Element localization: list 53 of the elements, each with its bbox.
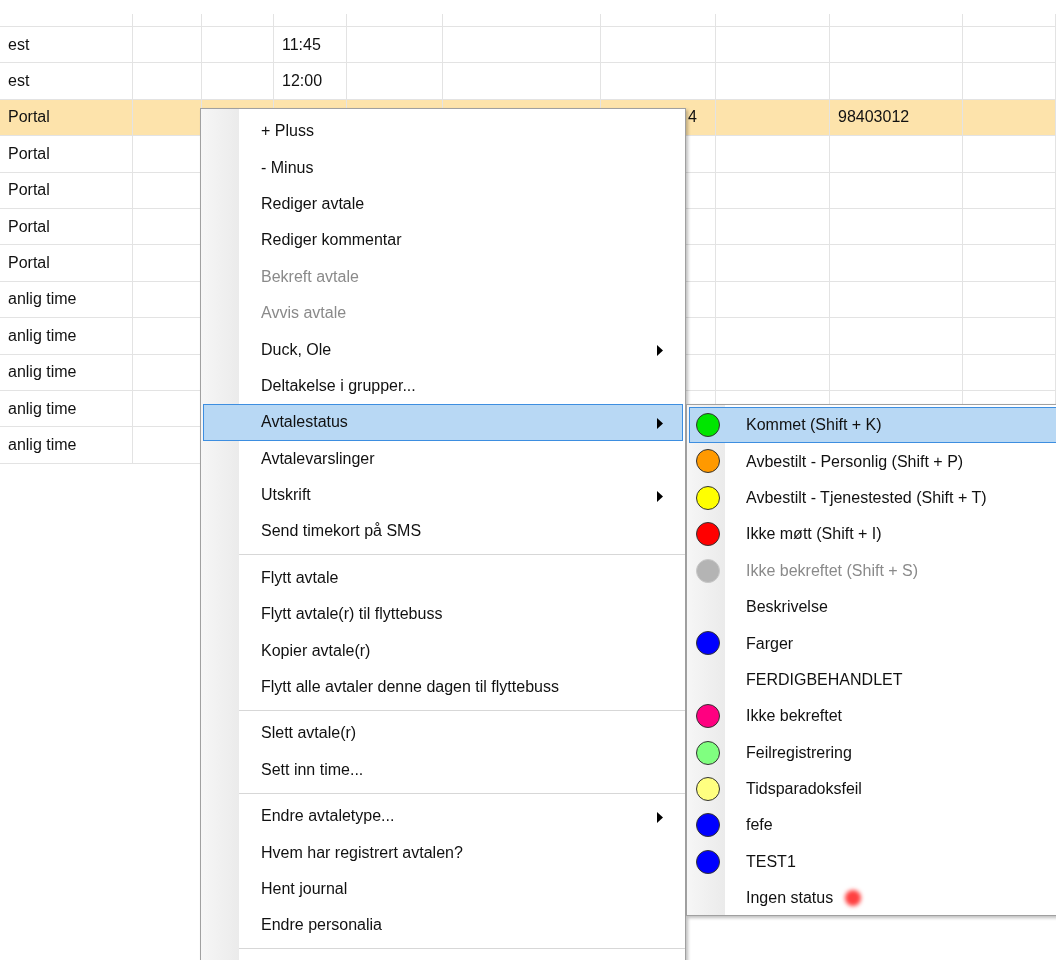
menu-item[interactable]: Endre avtaletype... <box>203 798 683 835</box>
menu-item[interactable]: Ingen status <box>689 880 1056 917</box>
table-cell-text: est <box>8 71 30 92</box>
table-cell-text: anlig time <box>8 325 77 346</box>
table-cell-text: Portal <box>8 107 50 128</box>
menu-item[interactable]: TEST1 <box>689 843 1056 881</box>
menu-item[interactable]: Avtalevarslinger <box>203 440 683 477</box>
menu-item[interactable]: Deltakelse i grupper... <box>203 367 683 405</box>
table-cell-text: 98403012 <box>838 107 910 128</box>
menu-item[interactable]: Farger <box>689 625 1056 662</box>
submenu-arrow-icon <box>657 345 663 357</box>
table-cell-text: Portal <box>8 253 50 274</box>
menu-item[interactable]: Flytt avtale(r) til flyttebuss <box>203 596 683 633</box>
menu-item[interactable]: fefe <box>689 807 1056 844</box>
menu-item[interactable]: Ikke møtt (Shift + I) <box>689 516 1056 553</box>
menu-item[interactable]: Rediger avtale <box>203 185 683 223</box>
menu-item[interactable]: Hvem har registrert avtalen? <box>203 834 683 871</box>
submenu-arrow-icon <box>657 418 663 430</box>
table-cell-text: anlig time <box>8 435 77 455</box>
menu-item[interactable]: Sett inn time... <box>203 751 683 789</box>
table-cell-text: 11:45 <box>282 34 321 55</box>
menu-item[interactable]: Kommet (Shift + K) <box>689 407 1056 444</box>
menu-item[interactable]: Send timekort på SMS <box>203 513 683 550</box>
submenu-arrow-icon <box>657 490 663 502</box>
menu-item[interactable]: + Pluss <box>203 113 683 150</box>
table-cell-text: Portal <box>8 180 50 201</box>
menu-item[interactable]: Duck, Ole <box>203 331 683 368</box>
menu-item[interactable]: Avbestilt - Personlig (Shift + P) <box>689 443 1056 480</box>
table-cell-text: Portal <box>8 216 50 237</box>
menu-item[interactable]: FERDIGBEHANDLET <box>689 661 1056 699</box>
table-cell-text: est <box>8 34 30 55</box>
table-cell-text: anlig time <box>8 289 77 310</box>
menu-item[interactable]: Endre personalia <box>203 907 683 944</box>
submenu-arrow-icon <box>657 812 663 824</box>
menu-item[interactable]: Utskrift <box>203 476 683 514</box>
menu-item[interactable]: Beskrivelse <box>689 588 1056 626</box>
menu-item[interactable]: Kopier avtale(r) <box>203 632 683 669</box>
menu-item[interactable]: Slett avtale(r) <box>203 715 683 752</box>
table-cell-text: Portal <box>8 143 50 164</box>
menu-item[interactable]: Feilregistrering <box>689 734 1056 771</box>
menu-item[interactable]: Flytt avtale <box>203 559 683 597</box>
menu-item[interactable]: Hent journal <box>203 870 683 908</box>
table-cell-text: anlig time <box>8 398 77 419</box>
menu-item[interactable]: Rediger kommentar <box>203 222 683 259</box>
menu-item[interactable]: - Minus <box>203 149 683 186</box>
table-cell-text: anlig time <box>8 362 77 383</box>
menu-item[interactable]: Avtalestatus <box>203 404 683 441</box>
menu-item[interactable]: Ikke bekreftet <box>689 698 1056 735</box>
table-cell-text: 12:00 <box>282 71 323 92</box>
menu-item[interactable]: Avbestilt - Tjenestested (Shift + T) <box>689 479 1056 517</box>
menu-item[interactable]: Flytt alle avtaler denne dagen til flyttebuss <box>203 668 683 706</box>
table-cell-text: 4 <box>688 107 697 128</box>
menu-item[interactable]: Tidsparadoksfeil <box>689 770 1056 808</box>
